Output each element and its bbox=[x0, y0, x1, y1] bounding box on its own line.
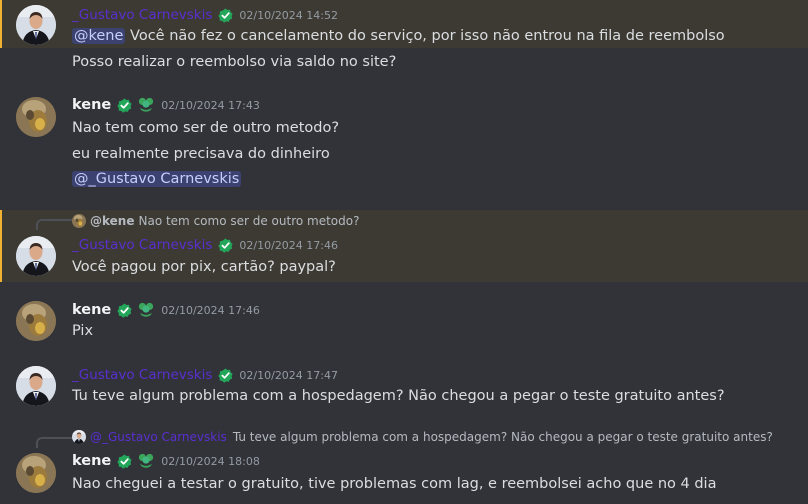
message-text: Nao cheguei a testar o gratuito, tive pr… bbox=[72, 476, 717, 492]
message-header: _Gustavo Carnevskis 02/10/2024 14:52 bbox=[72, 5, 338, 25]
avatar[interactable] bbox=[16, 5, 56, 45]
timestamp[interactable]: 02/10/2024 14:52 bbox=[239, 9, 338, 22]
username[interactable]: kene bbox=[72, 453, 111, 469]
verified-icon bbox=[218, 7, 234, 23]
verified-icon bbox=[117, 302, 133, 318]
reply-text[interactable]: Tu teve algum problema com a hospedagem?… bbox=[233, 430, 773, 444]
message-text: Posso realizar o reembolso via saldo no … bbox=[72, 54, 397, 70]
message-1[interactable]: _Gustavo Carnevskis 02/10/2024 14:52 @ke… bbox=[0, 0, 808, 48]
avatar[interactable] bbox=[16, 97, 56, 137]
highlight-bar bbox=[0, 210, 2, 282]
reply-text[interactable]: Nao tem como ser de outro metodo? bbox=[138, 214, 359, 228]
verified-icon bbox=[117, 453, 133, 469]
message-text: Pix bbox=[72, 323, 94, 339]
avatar[interactable] bbox=[16, 366, 56, 406]
message-text: Você pagou por pix, cartão? paypal? bbox=[72, 259, 336, 275]
verified-icon bbox=[117, 97, 133, 113]
message-text: Você não fez o cancelamento do serviço, … bbox=[130, 28, 725, 44]
leaf-badge-icon bbox=[139, 97, 154, 112]
message-3[interactable]: @kene Nao tem como ser de outro metodo? … bbox=[0, 210, 808, 282]
timestamp[interactable]: 02/10/2024 17:43 bbox=[161, 99, 260, 112]
message-header: kene 02/10/2024 17:46 bbox=[72, 300, 260, 320]
reply-username[interactable]: @kene bbox=[90, 214, 134, 228]
message-header: kene 02/10/2024 17:43 bbox=[72, 95, 260, 115]
timestamp[interactable]: 02/10/2024 17:47 bbox=[239, 369, 338, 382]
username[interactable]: _Gustavo Carnevskis bbox=[72, 237, 212, 253]
leaf-badge-icon bbox=[139, 302, 154, 317]
message-text: eu realmente precisava do dinheiro bbox=[72, 146, 330, 162]
username[interactable]: _Gustavo Carnevskis bbox=[72, 367, 212, 383]
reply-preview[interactable]: @_Gustavo Carnevskis Tu teve algum probl… bbox=[72, 428, 773, 446]
message-header: _Gustavo Carnevskis 02/10/2024 17:47 bbox=[72, 365, 338, 385]
timestamp[interactable]: 02/10/2024 18:08 bbox=[161, 455, 260, 468]
timestamp[interactable]: 02/10/2024 17:46 bbox=[239, 239, 338, 252]
avatar[interactable] bbox=[16, 301, 56, 341]
reply-spine bbox=[36, 219, 72, 230]
message-content: @kene Você não fez o cancelamento do ser… bbox=[72, 25, 725, 47]
message-content: @_Gustavo Carnevskis bbox=[72, 168, 242, 190]
avatar[interactable] bbox=[16, 236, 56, 276]
leaf-badge-icon bbox=[139, 453, 154, 468]
reply-spine bbox=[36, 437, 72, 448]
reply-username[interactable]: @_Gustavo Carnevskis bbox=[90, 430, 227, 444]
message-text: Tu teve algum problema com a hospedagem?… bbox=[72, 388, 725, 404]
avatar[interactable] bbox=[16, 453, 56, 493]
reply-preview[interactable]: @kene Nao tem como ser de outro metodo? bbox=[72, 212, 359, 230]
highlight-bar bbox=[0, 0, 2, 48]
username[interactable]: kene bbox=[72, 302, 111, 318]
message-header: kene 02/10/2024 18:08 bbox=[72, 451, 260, 471]
verified-icon bbox=[218, 237, 234, 253]
message-text: Nao tem como ser de outro metodo? bbox=[72, 120, 340, 136]
username[interactable]: _Gustavo Carnevskis bbox=[72, 7, 212, 23]
username[interactable]: kene bbox=[72, 97, 111, 113]
mention[interactable]: @kene bbox=[72, 28, 126, 44]
mention[interactable]: @_Gustavo Carnevskis bbox=[72, 171, 242, 187]
verified-icon bbox=[218, 367, 234, 383]
timestamp[interactable]: 02/10/2024 17:46 bbox=[161, 304, 260, 317]
message-header: _Gustavo Carnevskis 02/10/2024 17:46 bbox=[72, 235, 338, 255]
reply-avatar bbox=[72, 214, 86, 228]
reply-avatar bbox=[72, 430, 86, 444]
